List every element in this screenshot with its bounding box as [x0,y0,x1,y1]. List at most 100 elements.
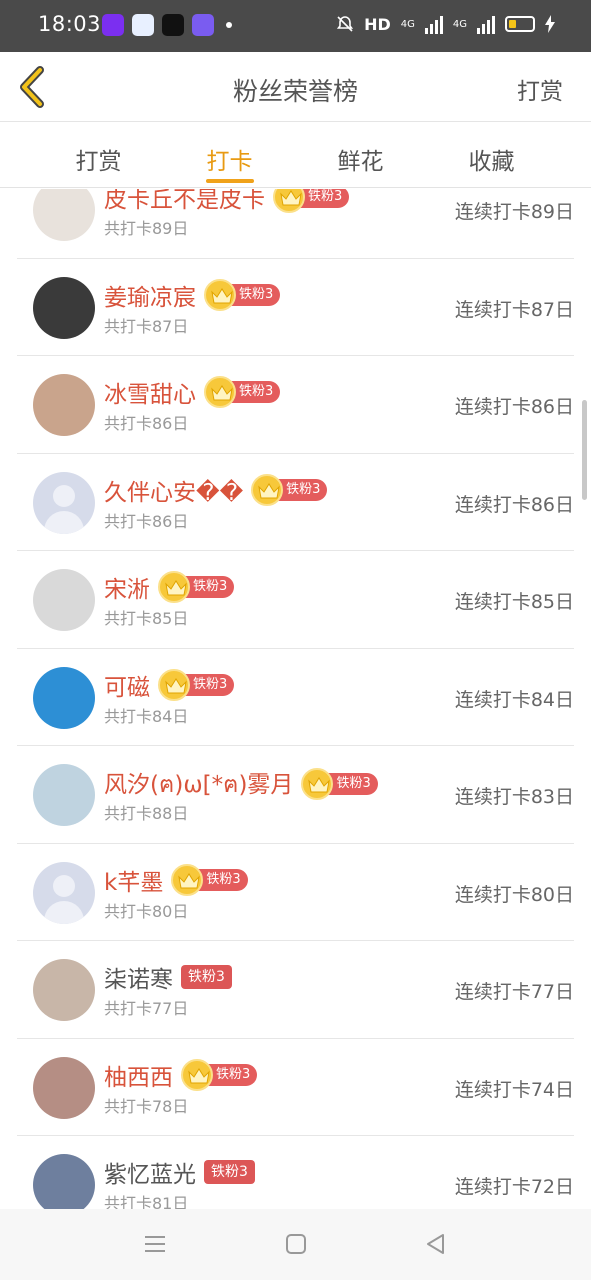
total-checkins: 共打卡87日 [104,316,189,336]
crown-icon [301,768,334,800]
fan-name[interactable]: 姜瑜凉宸 [104,278,196,312]
total-checkins: 共打卡78日 [104,1096,189,1116]
fan-row[interactable]: k芊墨 铁粉3 共打卡80日 连续打卡80日 [17,844,574,941]
video-app-icon [102,14,124,36]
page-title: 粉丝荣誉榜 [232,77,358,106]
avatar[interactable] [33,374,95,436]
system-nav-bar [0,1209,591,1280]
avatar[interactable] [33,959,95,1021]
total-checkins: 共打卡86日 [104,414,189,433]
streak-days: 连续打卡89日 [454,201,574,223]
total-checkins: 共打卡86日 [104,511,189,531]
fan-row[interactable]: 可磁 铁粉3 共打卡84日 连续打卡84日 [17,649,574,746]
streak-days: 连续打卡80日 [454,883,574,906]
avatar[interactable] [33,666,95,729]
fan-name[interactable]: 柚西西 [104,1058,173,1092]
signal-2-icon [477,14,495,34]
fan-row[interactable]: 风汐(ฅ)ω[*ฅ)雾月 铁粉3 共打卡88日 连续打卡83日 [17,746,574,844]
fan-name[interactable]: 紫忆蓝光 [104,1155,196,1189]
crown-icon [273,189,305,213]
fan-name[interactable]: 风汐(ฅ)ω[*ฅ)雾月 [104,765,293,803]
avatar[interactable] [33,764,95,826]
hd-indicator: HD [364,14,391,34]
menu-icon [145,1236,165,1252]
signal-1-icon [424,14,443,34]
streak-days: 连续打卡86日 [454,493,574,516]
reward-button[interactable]: 打赏 [517,72,563,106]
fan-level-label: 铁粉3 [204,1160,255,1184]
fan-name[interactable]: 柒诺寒 [104,960,173,994]
name-line: 皮卡丘不是皮卡 铁粉3 [104,189,350,214]
fan-row[interactable]: 姜瑜凉宸 铁粉3 共打卡87日 连续打卡87日 [17,259,574,356]
avatar[interactable] [33,1154,95,1209]
streak-days: 连续打卡83日 [454,786,574,808]
streak-days: 连续打卡84日 [454,688,574,711]
name-line: 紫忆蓝光 铁粉3 [104,1155,255,1189]
fan-name[interactable]: 可磁 [104,668,150,702]
back-nav-button[interactable] [423,1231,449,1257]
charging-icon [545,15,555,33]
tab-favorites[interactable]: 收藏 [426,122,557,187]
total-checkins: 共打卡81日 [104,1194,189,1209]
fan-row[interactable]: 宋淅 铁粉3 共打卡85日 连续打卡85日 [17,551,574,649]
avatar[interactable] [33,276,95,339]
avatar[interactable] [33,1056,95,1119]
fan-name[interactable]: 冰雪甜心 [104,375,196,409]
fan-level-badge: 铁粉3 [301,768,378,800]
fan-level-badge: 铁粉3 [204,278,281,311]
crown-icon [204,376,236,408]
crown-icon [158,571,190,603]
fan-list[interactable]: 皮卡丘不是皮卡 铁粉3 共打卡89日 连续打卡89日 姜瑜凉宸 铁粉3 共打卡8… [0,189,591,1209]
status-time: 18:03 [38,12,102,36]
bell-off-icon [336,16,354,32]
tiktok-icon [162,14,184,36]
streak-days: 连续打卡86日 [454,396,574,418]
fan-level-badge: 铁粉3 [158,668,235,701]
fan-level-badge: 铁粉3 [158,571,235,603]
fan-name[interactable]: 久伴心安�� [104,473,243,507]
avatar[interactable] [33,471,95,534]
avatar[interactable] [33,569,95,631]
back-triangle-icon [427,1234,444,1254]
fan-list-inner: 皮卡丘不是皮卡 铁粉3 共打卡89日 连续打卡89日 姜瑜凉宸 铁粉3 共打卡8… [0,189,591,1209]
name-line: 风汐(ฅ)ω[*ฅ)雾月 铁粉3 [104,765,378,803]
fan-row[interactable]: 冰雪甜心 铁粉3 共打卡86日 连续打卡86日 [17,356,574,454]
scrollbar[interactable] [582,400,587,500]
total-checkins: 共打卡85日 [104,609,189,628]
streak-days: 连续打卡77日 [454,981,574,1003]
name-line: k芊墨 铁粉3 [104,863,248,897]
fan-row[interactable]: 皮卡丘不是皮卡 铁粉3 共打卡89日 连续打卡89日 [17,189,574,259]
media-app-icon [132,14,154,36]
crown-icon [181,1058,213,1091]
avatar[interactable] [33,189,95,241]
app-header: 粉丝荣誉榜 打赏 [0,52,591,122]
fan-level-badge: 铁粉3 [273,189,350,213]
more-notifications-dot [226,22,232,28]
home-button[interactable] [283,1231,309,1257]
tab-flowers[interactable]: 鲜花 [295,122,426,187]
fan-row[interactable]: 柚西西 铁粉3 共打卡78日 连续打卡74日 [17,1039,574,1136]
name-line: 柒诺寒 铁粉3 [104,960,232,994]
tab-bar: 打赏 打卡 鲜花 收藏 [0,122,591,188]
home-square-icon [286,1234,306,1254]
tab-checkin[interactable]: 打卡 [164,122,295,187]
fan-name[interactable]: k芊墨 [104,863,163,897]
fan-level-badge: 铁粉3 [171,863,248,896]
fan-name[interactable]: 皮卡丘不是皮卡 [104,189,265,214]
fan-name[interactable]: 宋淅 [104,570,150,604]
signal-1-label: 4G [400,18,415,30]
name-line: 姜瑜凉宸 铁粉3 [104,278,281,312]
tab-reward[interactable]: 打赏 [33,122,164,187]
system-indicators: HD 4G 4G [336,14,555,34]
menu-button[interactable] [142,1231,168,1257]
name-line: 冰雪甜心 铁粉3 [104,375,281,409]
fan-row[interactable]: 久伴心安�� 铁粉3 共打卡86日 连续打卡86日 [17,454,574,551]
status-bar: 18:03 HD 4G 4G [0,0,591,52]
fan-row[interactable]: 柒诺寒 铁粉3 共打卡77日 连续打卡77日 [17,941,574,1039]
avatar[interactable] [33,861,95,924]
name-line: 柚西西 铁粉3 [104,1058,258,1092]
fan-row[interactable]: 紫忆蓝光 铁粉3 共打卡81日 连续打卡72日 [17,1136,574,1209]
streak-days: 连续打卡85日 [454,591,574,613]
streak-days: 连续打卡72日 [454,1176,574,1198]
total-checkins: 共打卡80日 [104,901,189,921]
